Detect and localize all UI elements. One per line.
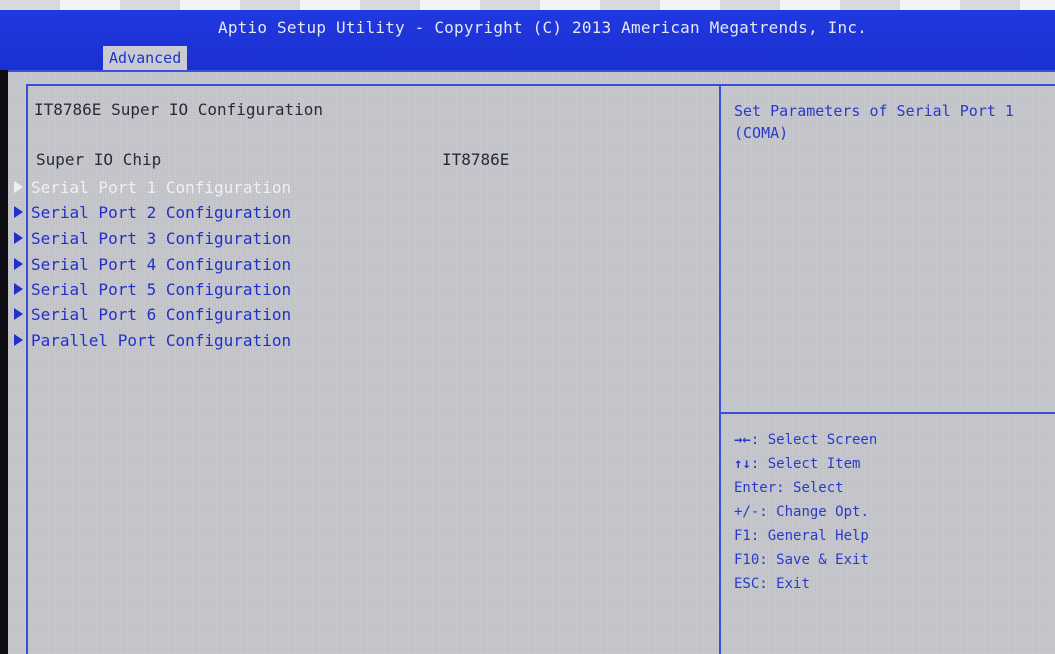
help-description: Set Parameters of Serial Port 1 (COMA)	[734, 102, 1014, 142]
key-name: +/-	[734, 504, 760, 520]
key-desc: : Select Screen	[750, 432, 878, 448]
super-io-chip-row: Super IO Chip IT8786E	[36, 150, 636, 169]
key-exit: ESC: Exit	[734, 572, 877, 596]
submenu-arrow-icon	[14, 307, 23, 320]
arrows-up-down-icon: ↑↓	[734, 456, 751, 472]
submenu-arrow-icon	[14, 282, 23, 295]
menu-item-label: Parallel Port Configuration	[31, 331, 292, 350]
menu-item-label: Serial Port 1 Configuration	[31, 178, 292, 197]
submenu-arrow-icon	[14, 333, 23, 346]
menu-item-label: Serial Port 6 Configuration	[31, 305, 292, 324]
screen-bezel	[0, 70, 8, 654]
frame-left-line	[26, 84, 28, 654]
menu-item-serial-port-6[interactable]: Serial Port 6 Configuration	[14, 303, 291, 327]
menu-item-label: Serial Port 5 Configuration	[31, 280, 292, 299]
key-desc: : Select Item	[750, 456, 861, 472]
super-io-chip-value: IT8786E	[442, 150, 510, 169]
key-name: Enter	[734, 480, 777, 496]
key-desc: : General Help	[750, 528, 869, 544]
key-name: F1	[734, 528, 751, 544]
menu-item-label: Serial Port 3 Configuration	[31, 229, 292, 248]
key-select-item: ↑↓: Select Item	[734, 452, 877, 476]
screen-glare	[0, 0, 1055, 10]
submenu-arrow-icon	[14, 231, 23, 244]
key-select-screen: →←: Select Screen	[734, 428, 877, 452]
key-name: F10	[734, 552, 760, 568]
menu-item-parallel-port[interactable]: Parallel Port Configuration	[14, 329, 291, 353]
tab-advanced[interactable]: Advanced	[103, 46, 188, 70]
submenu-arrow-icon	[14, 180, 23, 193]
menu-item-label: Serial Port 4 Configuration	[31, 255, 292, 274]
submenu-arrow-icon	[14, 257, 23, 270]
frame-top-line	[26, 84, 1055, 86]
key-enter: Enter: Select	[734, 476, 877, 500]
menu-item-serial-port-5[interactable]: Serial Port 5 Configuration	[14, 278, 291, 302]
key-legend: →←: Select Screen ↑↓: Select Item Enter:…	[734, 428, 877, 596]
key-name: ESC	[734, 576, 760, 592]
menu-item-serial-port-1[interactable]: Serial Port 1 Configuration	[14, 176, 291, 200]
menu-item-label: Serial Port 2 Configuration	[31, 203, 292, 222]
app-title: Aptio Setup Utility - Copyright (C) 2013…	[218, 18, 867, 37]
key-change-opt: +/-: Change Opt.	[734, 500, 877, 524]
key-desc: : Exit	[759, 576, 810, 592]
key-general-help: F1: General Help	[734, 524, 877, 548]
main-panel: IT8786E Super IO Configuration Super IO …	[8, 70, 1055, 654]
header-bar: Aptio Setup Utility - Copyright (C) 2013…	[0, 10, 1055, 70]
menu-item-serial-port-2[interactable]: Serial Port 2 Configuration	[14, 201, 291, 225]
menu-item-serial-port-4[interactable]: Serial Port 4 Configuration	[14, 253, 291, 277]
page-title: IT8786E Super IO Configuration	[34, 100, 323, 119]
help-keys-divider	[721, 412, 1055, 414]
arrows-left-right-icon: →←	[734, 432, 751, 448]
help-panel-divider	[719, 84, 721, 654]
key-save-exit: F10: Save & Exit	[734, 548, 877, 572]
bios-screen: Aptio Setup Utility - Copyright (C) 2013…	[0, 0, 1055, 654]
key-desc: : Select	[776, 480, 844, 496]
submenu-arrow-icon	[14, 205, 23, 218]
super-io-chip-label: Super IO Chip	[36, 150, 162, 169]
key-desc: : Save & Exit	[759, 552, 869, 568]
menu-item-serial-port-3[interactable]: Serial Port 3 Configuration	[14, 227, 291, 251]
key-desc: : Change Opt.	[759, 504, 869, 520]
